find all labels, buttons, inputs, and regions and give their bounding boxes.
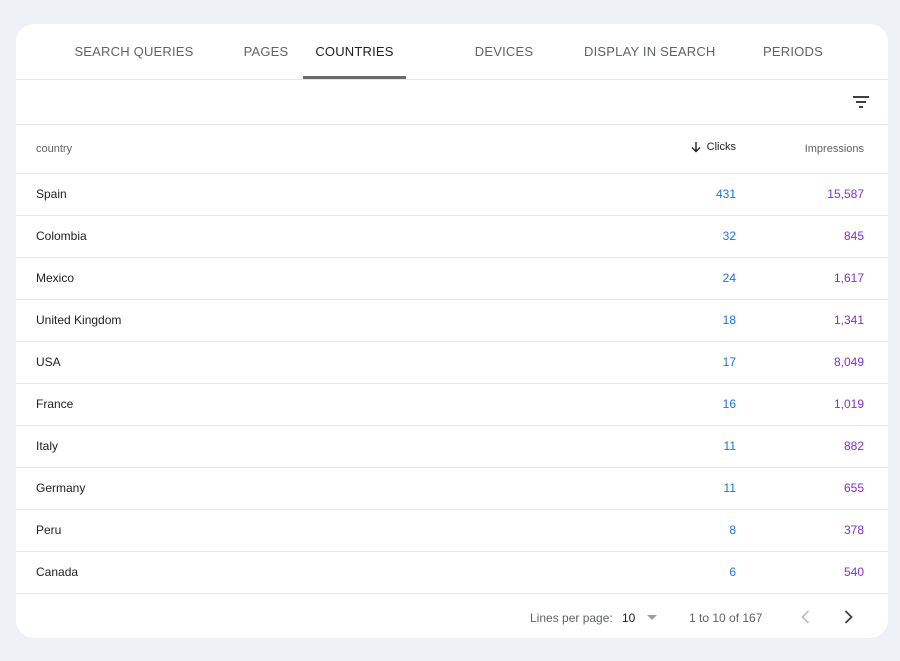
impressions-cell: 378 [843,523,864,537]
table-row[interactable]: Peru 8 378 [16,510,888,552]
arrow-down-icon [691,142,701,153]
clicks-cell: 431 [715,187,736,201]
tab-devices[interactable]: DEVICES [468,24,540,79]
page-range-text: 1 to 10 of 167 [689,611,763,625]
tab-countries[interactable]: COUNTRIES [303,24,406,79]
clicks-cell: 11 [723,481,736,495]
column-header-clicks-label: Clicks [706,141,736,153]
clicks-cell: 32 [722,229,736,243]
filter-icon [853,96,869,108]
table-row[interactable]: France 16 1,019 [16,384,888,426]
report-card: SEARCH QUERIES PAGES COUNTRIES DEVICES D… [16,24,888,638]
impressions-cell: 15,587 [827,187,864,201]
impressions-cell: 1,019 [833,397,864,411]
chevron-right-icon[interactable] [838,607,858,627]
impressions-cell: 8,049 [833,355,864,369]
impressions-cell: 845 [843,229,864,243]
clicks-cell: 17 [722,355,736,369]
column-header-impressions[interactable]: Impressions [805,143,864,155]
table-row[interactable]: Italy 11 882 [16,426,888,468]
table-row[interactable]: USA 17 8,049 [16,342,888,384]
table-body: Spain 431 15,587 Colombia 32 845 Mexico … [16,174,888,594]
country-cell: Spain [36,187,67,201]
table-row[interactable]: United Kingdom 18 1,341 [16,300,888,342]
impressions-cell: 540 [843,565,864,579]
active-tab-indicator [303,76,406,79]
chevron-left-icon[interactable] [796,607,816,627]
country-cell: Canada [36,565,79,579]
pagination-bar: Lines per page: 10 1 to 10 of 167 [16,594,888,638]
lines-per-page-select[interactable]: 10 [622,611,635,625]
country-cell: Mexico [36,271,75,285]
impressions-cell: 1,617 [833,271,864,285]
country-cell: France [36,397,74,411]
caret-down-icon[interactable] [646,614,658,622]
lines-per-page-label: Lines per page: [530,611,613,625]
clicks-cell: 24 [722,271,736,285]
clicks-cell: 18 [722,313,736,327]
column-header-clicks[interactable]: Clicks [691,141,736,153]
table-row[interactable]: Spain 431 15,587 [16,174,888,216]
impressions-cell: 1,341 [833,313,864,327]
filter-bar [16,80,888,125]
clicks-cell: 8 [729,523,736,537]
impressions-cell: 655 [843,481,864,495]
table-row[interactable]: Canada 6 540 [16,552,888,594]
table-row[interactable]: Colombia 32 845 [16,216,888,258]
filter-button[interactable] [850,91,872,113]
table-row[interactable]: Mexico 24 1,617 [16,258,888,300]
tab-search-queries[interactable]: SEARCH QUERIES [74,24,194,79]
clicks-cell: 6 [729,565,736,579]
tab-pages[interactable]: PAGES [238,24,294,79]
tab-display-in-search[interactable]: DISPLAY IN SEARCH [584,24,715,79]
country-cell: Colombia [36,229,87,243]
table-header: country Clicks Impressions [16,125,888,174]
impressions-cell: 882 [843,439,864,453]
country-cell: Peru [36,523,62,537]
clicks-cell: 11 [723,439,736,453]
column-header-country[interactable]: country [36,143,72,155]
table-row[interactable]: Germany 11 655 [16,468,888,510]
tab-periods[interactable]: PERIODS [757,24,829,79]
tab-bar: SEARCH QUERIES PAGES COUNTRIES DEVICES D… [16,24,888,80]
country-cell: United Kingdom [36,313,122,327]
country-cell: Italy [36,439,59,453]
country-cell: Germany [36,481,86,495]
clicks-cell: 16 [722,397,736,411]
country-cell: USA [36,355,61,369]
